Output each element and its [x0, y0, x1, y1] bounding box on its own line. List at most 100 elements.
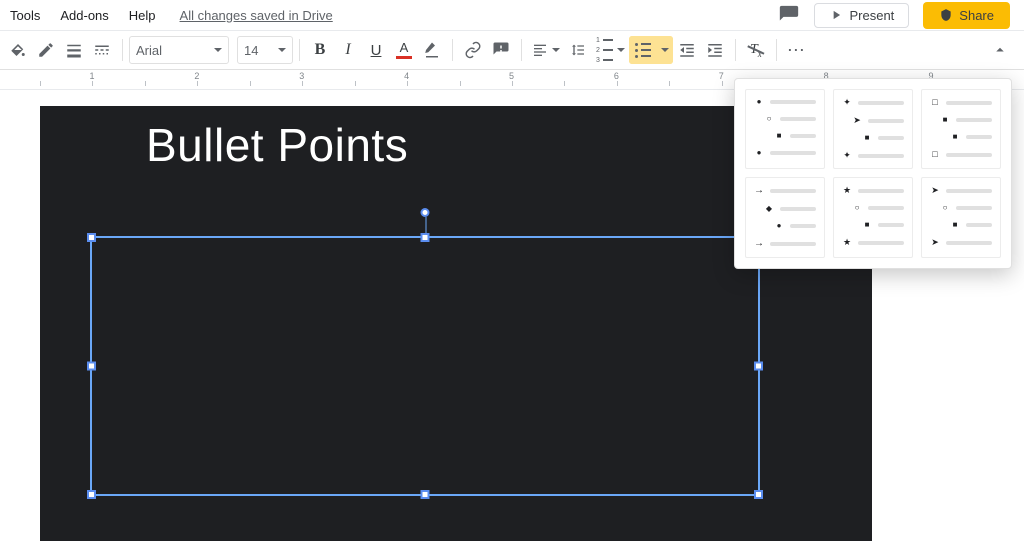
bold-button[interactable]: B — [306, 36, 334, 64]
4dia-bullet-icon — [842, 151, 852, 160]
squareF-bullet-icon — [950, 221, 960, 229]
resize-handle-bl[interactable] — [87, 490, 96, 499]
clear-formatting-icon: Tx — [750, 42, 762, 59]
present-button[interactable]: Present — [814, 3, 909, 28]
menu-tools[interactable]: Tools — [0, 0, 50, 30]
toolbar: Arial 14 B I U A — [0, 30, 1024, 70]
chevron-down-icon — [278, 48, 286, 52]
arrow2-bullet-icon — [930, 186, 940, 195]
increase-indent-button[interactable] — [701, 36, 729, 64]
toolbar-separator — [122, 39, 123, 61]
numbered-list-menu[interactable]: 1 2 3 — [592, 36, 629, 64]
squareF-bullet-icon — [774, 132, 784, 140]
chevron-down-icon — [617, 48, 625, 52]
rotate-handle[interactable] — [421, 208, 430, 217]
clear-formatting-button[interactable]: Tx — [742, 36, 770, 64]
chevron-down-icon — [661, 48, 669, 52]
resize-handle-bc[interactable] — [421, 490, 430, 499]
bullet-style-option-disc-circ-square[interactable] — [745, 89, 825, 169]
font-size-value: 14 — [244, 43, 258, 58]
arrow2-bullet-icon — [852, 116, 862, 125]
decrease-indent-button[interactable] — [673, 36, 701, 64]
ruler-tick: 6 — [617, 70, 669, 89]
menubar: Tools Add-ons Help All changes saved in … — [0, 0, 1024, 30]
squareO-bullet-icon — [930, 98, 940, 107]
arrow-bullet-icon — [754, 186, 764, 196]
text-color-button[interactable]: A — [390, 36, 418, 64]
bulleted-list-button[interactable] — [629, 36, 657, 64]
ruler-tick: 1 — [92, 70, 144, 89]
chevron-down-icon — [214, 48, 222, 52]
bullet-style-option-arrow-dia-disc[interactable] — [745, 177, 825, 258]
border-dash-button[interactable] — [88, 36, 116, 64]
chevron-down-icon — [552, 48, 560, 52]
4dia-bullet-icon — [842, 98, 852, 107]
squareF-bullet-icon — [862, 134, 872, 142]
ruler-tick — [40, 70, 92, 89]
ruler-tick — [355, 70, 407, 89]
collapse-toolbar-button[interactable] — [986, 36, 1014, 64]
insert-link-button[interactable] — [459, 36, 487, 64]
resize-handle-ml[interactable] — [87, 362, 96, 371]
highlight-color-button[interactable] — [418, 36, 446, 64]
share-button-label: Share — [959, 8, 994, 23]
bullet-style-option-squareO-squareF[interactable] — [921, 89, 1001, 169]
bulleted-list-menu[interactable] — [657, 36, 673, 64]
ruler-tick: 5 — [512, 70, 564, 89]
insert-comment-button[interactable] — [487, 36, 515, 64]
menubar-right: Present Share — [778, 2, 1020, 29]
comments-icon[interactable] — [778, 4, 800, 26]
align-menu[interactable] — [528, 36, 564, 64]
circ-bullet-icon — [852, 204, 862, 212]
text-box-selection[interactable] — [90, 236, 760, 496]
disc-bullet-icon — [754, 98, 764, 106]
arrow-bullet-icon — [754, 239, 764, 249]
save-status[interactable]: All changes saved in Drive — [180, 8, 333, 23]
bullet-style-option-arrow2-circ-squareF[interactable] — [921, 177, 1001, 258]
ruler-tick: 2 — [197, 70, 249, 89]
resize-handle-mr[interactable] — [754, 362, 763, 371]
underline-icon: U — [371, 42, 382, 59]
ruler-tick: 4 — [407, 70, 459, 89]
bullet-style-option-4dia-arrow2-4dia[interactable] — [833, 89, 913, 169]
star-bullet-icon — [842, 186, 852, 195]
share-button[interactable]: Share — [923, 2, 1010, 29]
border-weight-button[interactable] — [60, 36, 88, 64]
star-bullet-icon — [842, 238, 852, 247]
squareF-bullet-icon — [862, 221, 872, 229]
underline-button[interactable]: U — [362, 36, 390, 64]
bulleted-list-icon — [635, 43, 651, 58]
dia-bullet-icon — [764, 205, 774, 213]
italic-icon: I — [345, 41, 350, 59]
bullet-style-option-star-circ-squareF[interactable] — [833, 177, 913, 258]
menu-addons[interactable]: Add-ons — [50, 0, 118, 30]
line-spacing-menu[interactable] — [564, 36, 592, 64]
toolbar-separator — [521, 39, 522, 61]
border-color-button[interactable] — [32, 36, 60, 64]
present-button-label: Present — [849, 8, 894, 23]
circ-bullet-icon — [764, 115, 774, 123]
bullet-style-popup — [734, 78, 1012, 269]
ruler-tick — [669, 70, 721, 89]
resize-handle-br[interactable] — [754, 490, 763, 499]
squareF-bullet-icon — [940, 116, 950, 124]
resize-handle-tl[interactable] — [87, 233, 96, 242]
more-button[interactable]: ⋯ — [783, 36, 811, 64]
ruler-tick — [564, 70, 616, 89]
toolbar-separator — [735, 39, 736, 61]
fill-color-button[interactable] — [4, 36, 32, 64]
toolbar-separator — [452, 39, 453, 61]
arrow2-bullet-icon — [930, 238, 940, 247]
ruler-tick: 3 — [302, 70, 354, 89]
disc-bullet-icon — [774, 222, 784, 230]
font-select-value: Arial — [136, 43, 162, 58]
font-select[interactable]: Arial — [129, 36, 229, 64]
font-size-select[interactable]: 14 — [237, 36, 293, 64]
text-color-icon: A — [396, 41, 412, 59]
resize-handle-tc[interactable] — [421, 233, 430, 242]
italic-button[interactable]: I — [334, 36, 362, 64]
menu-help[interactable]: Help — [119, 0, 166, 30]
ruler-tick — [460, 70, 512, 89]
slide-title-text: Bullet Points — [146, 118, 408, 172]
numbered-list-icon: 1 2 3 — [596, 37, 613, 64]
